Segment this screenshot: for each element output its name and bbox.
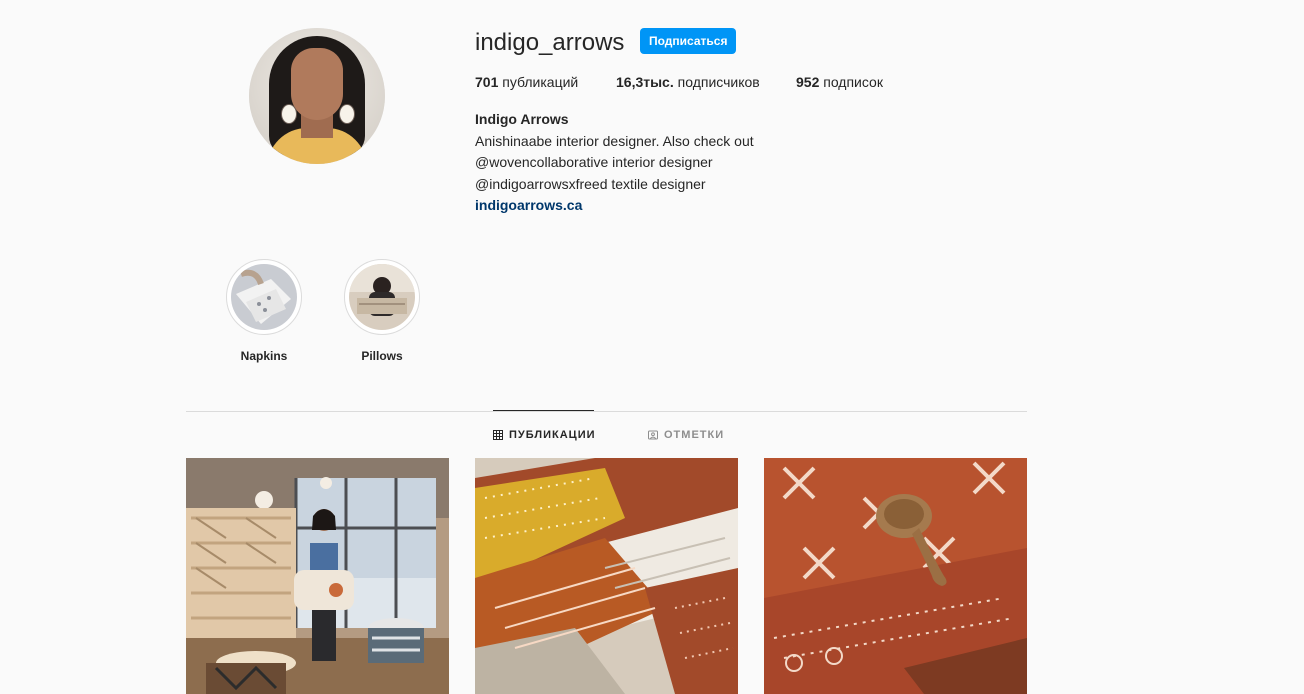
post-thumbnail-2[interactable]: [475, 458, 738, 694]
posts-label: публикаций: [502, 74, 579, 90]
followers-count: 16,3тыс.: [616, 74, 674, 90]
posts-count: 701: [475, 74, 499, 90]
following-stat[interactable]: 952 подписок: [796, 74, 883, 90]
bio-line-3[interactable]: @indigoarrowsxfreed textile designer: [475, 174, 754, 196]
followers-label: подписчиков: [677, 74, 760, 90]
highlight-label: Pillows: [361, 349, 403, 363]
following-count: 952: [796, 74, 820, 90]
tabs-divider: [186, 411, 1027, 412]
grid-icon: [493, 430, 503, 440]
active-tab-indicator: [493, 410, 594, 411]
profile-bio: Indigo Arrows Anishinaabe interior desig…: [475, 109, 754, 217]
highlight-pillows[interactable]: Pillows: [342, 259, 422, 363]
following-label: подписок: [823, 74, 883, 90]
highlight-label: Napkins: [240, 349, 288, 363]
posts-stat[interactable]: 701 публикаций: [475, 74, 578, 90]
followers-stat[interactable]: 16,3тыс. подписчиков: [616, 74, 760, 90]
profile-full-name: Indigo Arrows: [475, 111, 569, 127]
post-image: [764, 458, 1027, 694]
tab-tagged[interactable]: ОТМЕТКИ: [648, 429, 724, 441]
profile-username: indigo_arrows: [475, 29, 625, 56]
profile-avatar[interactable]: [249, 28, 385, 164]
bio-line-1: Anishinaabe interior designer. Also chec…: [475, 132, 754, 149]
post-thumbnail-1[interactable]: [186, 458, 449, 694]
tagged-icon: [648, 430, 658, 440]
tab-tagged-label: ОТМЕТКИ: [664, 429, 725, 441]
post-image: [186, 458, 449, 694]
post-image: [475, 458, 738, 694]
tab-posts-label: ПУБЛИКАЦИИ: [509, 429, 596, 441]
highlight-ring: [226, 259, 302, 335]
follow-button[interactable]: Подписаться: [640, 28, 737, 54]
post-thumbnail-3[interactable]: [764, 458, 1027, 694]
highlight-thumbnail: [349, 264, 415, 330]
highlight-ring: [344, 259, 420, 335]
highlight-thumbnail: [231, 264, 297, 330]
tab-posts[interactable]: ПУБЛИКАЦИИ: [493, 429, 596, 441]
bio-line-2[interactable]: @wovencollaborative interior designer: [475, 152, 754, 174]
profile-website-link[interactable]: indigoarrows.ca: [475, 195, 754, 217]
highlight-napkins[interactable]: Napkins: [224, 259, 304, 363]
